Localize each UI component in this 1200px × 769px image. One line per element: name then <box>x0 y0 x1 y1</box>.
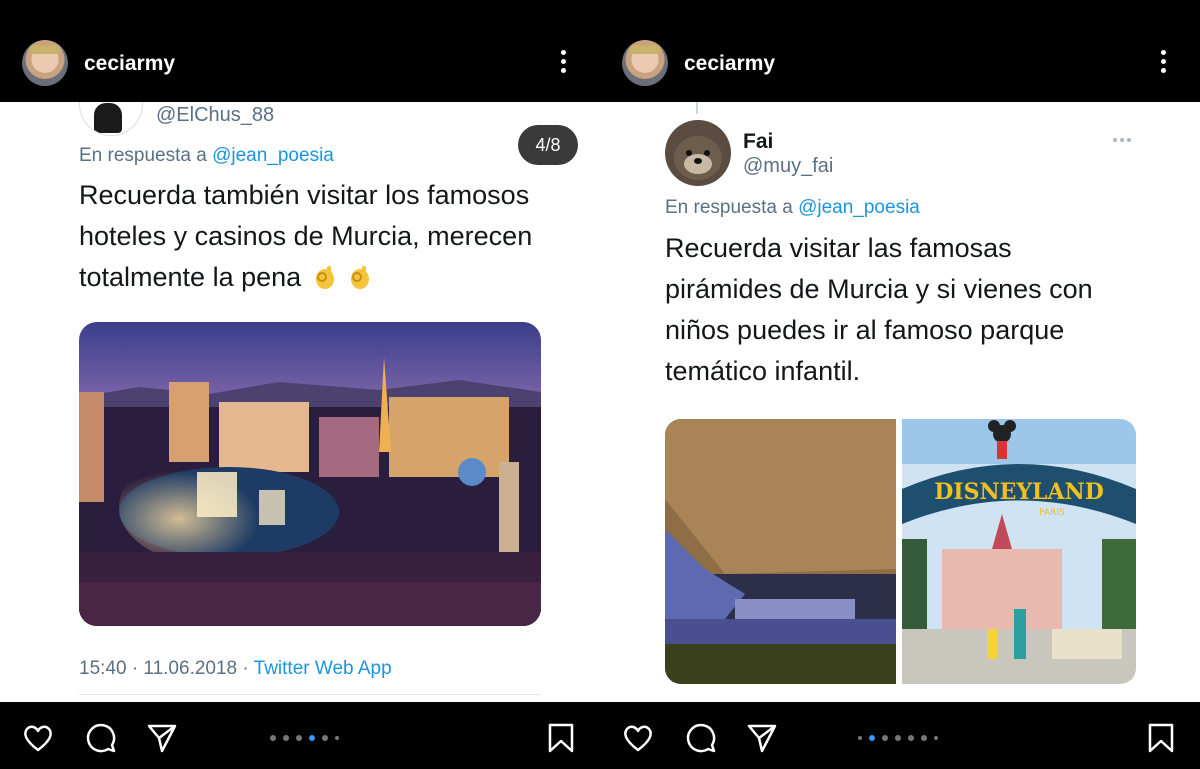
disneyland-photo[interactable]: DISNEYLAND PARIS <box>902 419 1136 684</box>
bookmark-icon[interactable] <box>1145 722 1177 754</box>
heart-icon[interactable] <box>22 722 54 754</box>
ok-hand-emoji-icon <box>351 266 370 289</box>
reply-prefix: En respuesta a <box>665 197 793 218</box>
ok-hand-emoji-icon <box>315 266 334 289</box>
carousel-dot <box>882 735 888 741</box>
tweet-menu-icon[interactable] <box>1113 138 1135 146</box>
tweet-line: hoteles y casinos de Murcia, merecen <box>79 221 533 251</box>
carousel-dot <box>908 735 914 741</box>
tweet-avatar <box>79 102 143 136</box>
post-left: ceciarmy @ElChus_88 4/8 En respuesta a @… <box>0 0 600 769</box>
carousel-dot <box>858 736 862 740</box>
carousel-dot <box>921 735 927 741</box>
share-icon[interactable] <box>746 722 778 754</box>
comment-icon[interactable] <box>685 722 717 754</box>
carousel-counter: 4/8 <box>518 125 578 165</box>
tweet-source[interactable]: Twitter Web App <box>254 658 392 679</box>
share-icon[interactable] <box>146 722 178 754</box>
carousel-dot <box>322 735 328 741</box>
tweet-line-with-emoji: totalmente la pena <box>79 257 532 298</box>
more-icon[interactable] <box>555 50 571 78</box>
tweet-text: Recuerda también visitar los famosos hot… <box>79 175 532 298</box>
tweet-handle: @ElChus_88 <box>156 104 275 126</box>
carousel-dots <box>858 735 938 741</box>
carousel-dot <box>895 735 901 741</box>
tweet-line: Recuerda también visitar los famosos <box>79 180 530 210</box>
heart-icon[interactable] <box>622 722 654 754</box>
post-header: ceciarmy <box>0 0 600 102</box>
reply-line: En respuesta a @jean_poesia <box>79 145 334 167</box>
tweet-line: temático infantil. <box>665 356 861 386</box>
post-actions <box>600 702 1200 769</box>
comment-icon[interactable] <box>85 722 117 754</box>
username[interactable]: ceciarmy <box>84 52 175 76</box>
tweet-screenshot: Fai @muy_fai En respuesta a @jean_poesia… <box>600 102 1200 702</box>
tweet-avatar <box>665 120 731 186</box>
reply-line: En respuesta a @jean_poesia <box>665 197 920 219</box>
carousel-dot <box>283 735 289 741</box>
bookmark-icon[interactable] <box>545 722 577 754</box>
tweet-time: 15:40 · 11.06.2018 · <box>79 658 254 679</box>
avatar[interactable] <box>622 40 668 86</box>
disney-sign-sub: PARIS <box>1039 508 1065 518</box>
otter-avatar-image <box>674 136 722 180</box>
tweet-line: Recuerda visitar las famosas <box>665 233 1012 263</box>
username[interactable]: ceciarmy <box>684 52 775 76</box>
pyramid-photo[interactable] <box>665 419 896 684</box>
carousel-dot <box>270 735 276 741</box>
tweet-screenshot: @ElChus_88 4/8 En respuesta a @jean_poes… <box>0 102 600 702</box>
carousel-dot-active <box>869 735 875 741</box>
more-icon[interactable] <box>1155 50 1171 78</box>
carousel-dot <box>934 736 938 740</box>
carousel-dots <box>270 735 339 741</box>
carousel-dot-active <box>309 735 315 741</box>
reply-handle: @jean_poesia <box>212 145 334 166</box>
post-right: ceciarmy Fai @muy_fai En respuesta a @je… <box>600 0 1200 769</box>
post-header: ceciarmy <box>600 0 1200 102</box>
tweet-line: pirámides de Murcia y si vienes con <box>665 274 1093 304</box>
tweet-line: niños puedes ir al famoso parque <box>665 315 1065 345</box>
tweet-name: Fai <box>743 130 774 153</box>
thread-line <box>696 102 698 114</box>
disneyland-image: DISNEYLAND PARIS <box>902 419 1136 684</box>
tweet-line: totalmente la pena <box>79 262 302 292</box>
tweet-text: Recuerda visitar las famosas pirámides d… <box>665 228 1093 392</box>
reply-prefix: En respuesta a <box>79 145 207 166</box>
carousel-dot <box>296 735 302 741</box>
avatar[interactable] <box>22 40 68 86</box>
vegas-photo[interactable] <box>79 322 541 626</box>
reply-handle: @jean_poesia <box>798 197 920 218</box>
tweet-handle: @muy_fai <box>743 155 834 177</box>
pyramid-image <box>665 419 896 684</box>
carousel-dot <box>335 736 339 740</box>
tweet-meta: 15:40 · 11.06.2018 · Twitter Web App <box>79 658 392 680</box>
vegas-image <box>79 322 541 626</box>
post-actions <box>0 702 600 769</box>
divider <box>79 694 541 695</box>
disney-sign-text: DISNEYLAND <box>934 479 1104 505</box>
